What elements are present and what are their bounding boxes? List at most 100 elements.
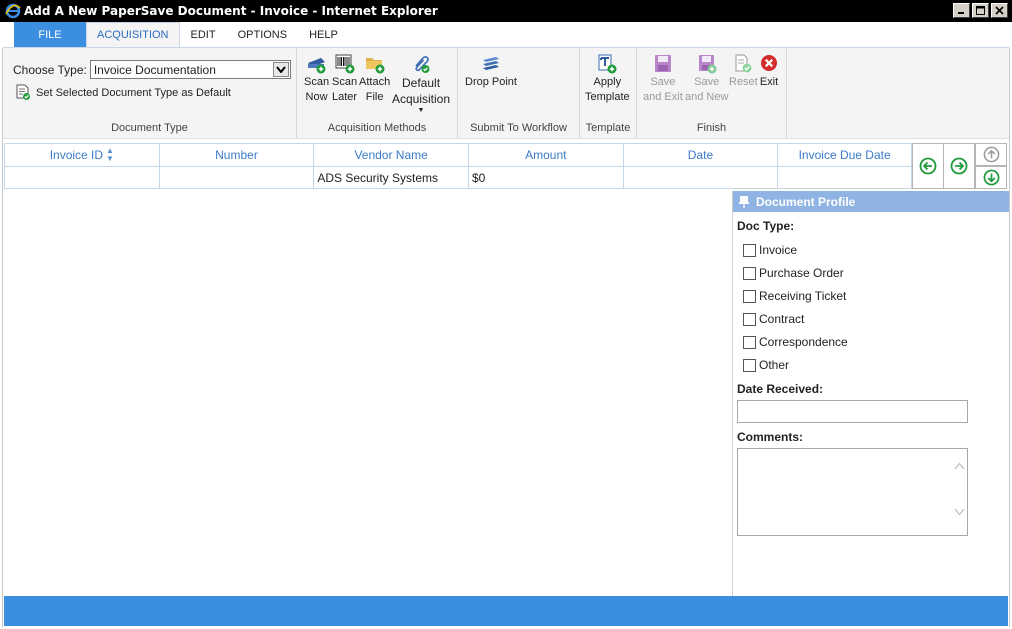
exit-button[interactable]: Exit [758,54,780,90]
apply-template-label-1: Apply [593,76,622,88]
comments-textarea[interactable] [737,448,968,536]
move-down-button[interactable] [975,166,1007,189]
previous-record-button[interactable] [912,143,944,189]
stack-layers-icon [480,54,502,74]
arrow-left-circle-icon [919,157,937,175]
tab-edit[interactable]: EDIT [180,22,227,48]
column-header-label: Amount [525,148,567,162]
doc-type-option-receiving-ticket[interactable]: Receiving Ticket [743,289,846,303]
choose-type-row: Choose Type: Invoice Documentation [13,60,291,79]
close-circle-icon [758,54,780,74]
grid-header-row: Invoice ID ▲ ▼ Number Vendor Name Amount … [5,144,911,167]
default-acquisition-button[interactable]: Default Acquisition ▼ [392,54,450,115]
document-check-icon [15,84,31,101]
apply-template-button[interactable]: Apply Template [585,54,630,105]
doc-type-option-correspondence[interactable]: Correspondence [743,335,848,349]
save-and-exit-button[interactable]: Save and Exit [643,54,683,105]
document-type-selected: Invoice Documentation [93,62,216,77]
tab-options[interactable]: OPTIONS [227,22,299,48]
scan-now-button[interactable]: Scan Now [304,54,329,105]
checkbox[interactable] [743,266,756,280]
column-header-invoice-due-date[interactable]: Invoice Due Date [778,144,911,166]
doc-type-option-purchase-order[interactable]: Purchase Order [743,266,844,280]
scan-later-button[interactable]: Scan Later [332,54,357,105]
arrow-right-circle-icon [950,157,968,175]
tab-help[interactable]: HELP [298,22,349,48]
move-up-button[interactable] [975,143,1007,166]
paperclip-icon [410,54,432,74]
column-header-amount[interactable]: Amount [469,144,624,166]
save-add-icon [696,54,718,74]
doc-type-option-label: Receiving Ticket [759,289,847,303]
maximize-button[interactable] [972,3,989,18]
save-and-new-label-1: Save [694,76,720,88]
scroll-up-icon[interactable] [954,461,965,473]
doc-type-option-label: Invoice [759,243,798,257]
column-header-invoice-id[interactable]: Invoice ID ▲ ▼ [5,144,160,166]
template-add-icon [596,54,618,74]
date-received-input[interactable] [737,400,968,423]
arrow-down-circle-icon [983,169,999,186]
checkbox[interactable] [743,289,756,303]
doc-type-option-invoice[interactable]: Invoice [743,243,797,257]
doc-type-option-other[interactable]: Other [743,358,789,372]
default-acquisition-label-2: Acquisition [392,92,451,106]
next-record-button[interactable] [943,143,975,189]
cell-amount[interactable]: $0 [469,167,624,189]
drop-point-button[interactable]: Drop Point [465,54,517,90]
cell-number[interactable] [160,167,315,189]
internet-explorer-icon [4,2,22,20]
column-header-number[interactable]: Number [160,144,315,166]
chevron-down-icon[interactable] [272,62,289,77]
cell-vendor-name[interactable]: ADS Security Systems [314,167,469,189]
template-group-label: Template [585,122,631,134]
menu-bar: FILE ACQUISITION EDIT OPTIONS HELP [2,22,1010,48]
cell-invoice-id[interactable] [5,167,160,189]
comments-label: Comments: [737,430,804,444]
reset-button[interactable]: Reset [729,54,758,90]
dropdown-arrow-icon: ▼ [417,107,425,114]
save-and-exit-label-2: and Exit [643,91,683,103]
close-window-button[interactable] [991,3,1008,18]
choose-type-label: Choose Type: [13,62,87,77]
attach-file-button[interactable]: Attach File [359,54,390,105]
checkbox[interactable] [743,312,756,326]
save-and-exit-label-1: Save [650,76,676,88]
save-and-new-button[interactable]: Save and New [685,54,728,105]
document-type-select[interactable]: Invoice Documentation [89,60,291,79]
submit-workflow-group: Drop Point Submit To Workflow [458,48,580,138]
finish-group: Save and Exit Save and New Reset Exit Fi… [637,48,787,138]
checkbox[interactable] [743,358,756,372]
scroll-down-icon[interactable] [954,507,965,519]
acquisition-methods-group-label: Acquisition Methods [327,122,427,134]
doc-type-option-label: Correspondence [759,335,848,349]
minimize-button[interactable] [953,3,970,18]
doc-type-option-contract[interactable]: Contract [743,312,804,326]
window-controls [953,3,1008,18]
document-profile-panel: Document Profile Doc Type: Invoice Purch… [732,191,1009,596]
column-header-label: Vendor Name [354,148,428,162]
checkbox[interactable] [743,243,756,257]
cell-date[interactable] [624,167,779,189]
maximize-icon [976,6,985,15]
checkbox[interactable] [743,335,756,349]
close-icon [995,6,1004,15]
template-group: Apply Template Template [580,48,637,138]
column-header-date[interactable]: Date [624,144,779,166]
scan-later-label-1: Scan [332,76,358,88]
table-row[interactable]: ADS Security Systems $0 [5,167,911,189]
set-default-button[interactable]: Set Selected Document Type as Default [15,84,231,101]
window-title: Add A New PaperSave Document - Invoice -… [24,4,438,18]
column-header-label: Invoice ID [49,148,104,162]
column-header-label: Invoice Due Date [798,148,891,162]
date-received-label: Date Received: [737,382,824,396]
default-acquisition-label-1: Default [402,76,441,90]
column-header-vendor-name[interactable]: Vendor Name [314,144,469,166]
status-bar [4,596,1008,626]
sort-icon: ▲ ▼ [106,146,114,163]
document-type-group-label: Document Type [111,122,188,134]
apply-template-label-2: Template [585,91,630,103]
tab-file[interactable]: FILE [14,22,86,48]
cell-invoice-due-date[interactable] [778,167,911,189]
tab-acquisition[interactable]: ACQUISITION [86,22,180,48]
